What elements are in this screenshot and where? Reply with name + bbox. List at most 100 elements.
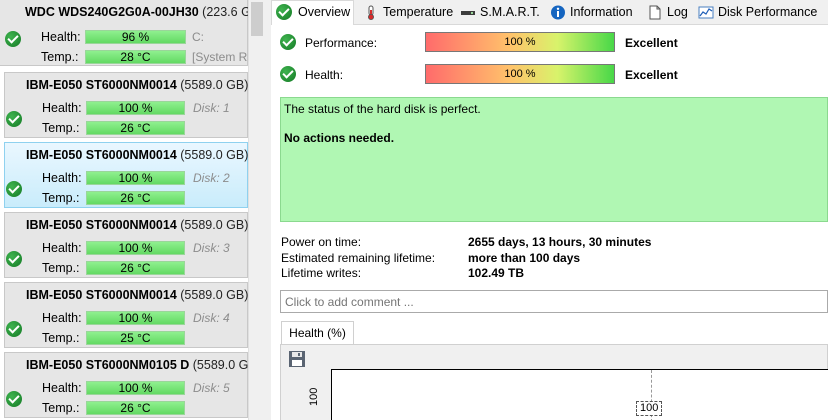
info-icon [551, 5, 565, 20]
tab-label: Temperature [383, 5, 454, 19]
health-label: Health: [41, 30, 81, 44]
tab-smart[interactable]: S.M.A.R.T. [454, 1, 540, 24]
disk-number: Disk: 2 [193, 171, 230, 185]
log-document-icon [649, 5, 661, 20]
disk-model: IBM-E050 ST6000NM0105 D [26, 358, 190, 372]
drive-letter: C: [192, 30, 204, 44]
tab-label: Overview [298, 5, 351, 19]
health-label: Health: [42, 311, 82, 325]
tab-disk-performance[interactable]: Disk Performance [692, 1, 817, 24]
health-value: 100 % [504, 68, 536, 80]
temp-label: Temp.: [42, 331, 80, 345]
temp-label: Temp.: [41, 50, 79, 64]
temp-label: Temp.: [42, 121, 80, 135]
temp-bar: 28 °C [85, 50, 186, 64]
disk-title: IBM-E050 ST6000NM0014 (5589.0 GB) [26, 288, 248, 302]
temp-bar: 26 °C [86, 401, 185, 415]
info-value: more than 100 days [468, 251, 581, 265]
check-circle-icon [280, 34, 296, 50]
disk-model: IBM-E050 ST6000NM0014 [26, 218, 177, 232]
volume-label: [System R [192, 50, 248, 64]
tab-bar: Overview Temperature S.M.A.R.T. Informat… [271, 0, 828, 26]
disk-number: Disk: 4 [193, 311, 230, 325]
disk-item-4[interactable]: IBM-E050 ST6000NM0014 (5589.0 GB) Health… [4, 282, 248, 348]
tab-label: Disk Performance [718, 5, 818, 19]
temp-bar: 26 °C [86, 191, 185, 205]
performance-label: Performance: [305, 36, 378, 50]
health-label: Health: [305, 68, 344, 82]
health-bar: 100 % [86, 101, 185, 115]
ok-check-icon [6, 251, 22, 267]
scrollbar-thumb[interactable] [251, 2, 263, 36]
disk-item-0[interactable]: WDC WDS240G2G0A-00JH30 (223.6 GB) Health… [0, 0, 248, 66]
temp-label: Temp.: [42, 401, 80, 415]
health-label: Health: [42, 241, 82, 255]
disk-size: (5589.0 GB) [180, 78, 248, 92]
drive-icon [461, 11, 475, 15]
ok-check-icon [6, 111, 22, 127]
health-rating: Excellent [625, 68, 678, 82]
health-graph-plot: 100 [331, 369, 828, 420]
performance-value: 100 % [504, 36, 536, 48]
health-label: Health: [42, 101, 82, 115]
disk-number: Disk: 3 [193, 241, 230, 255]
status-message: The status of the hard disk is perfect. [284, 102, 481, 116]
disk-item-5[interactable]: IBM-E050 ST6000NM0105 D (5589.0 GB) Heal… [4, 352, 248, 418]
health-bar: 100 % [86, 241, 185, 255]
disk-title: IBM-E050 ST6000NM0014 (5589.0 GB) [26, 78, 248, 92]
tab-log[interactable]: Log [641, 1, 688, 24]
thermometer-icon [368, 5, 374, 20]
tab-overview[interactable]: Overview [271, 0, 354, 26]
tab-label: S.M.A.R.T. [480, 5, 540, 19]
temp-bar: 26 °C [86, 261, 185, 275]
health-meter: 100 % [425, 64, 615, 84]
performance-rating: Excellent [625, 36, 678, 50]
info-label: Power on time: [281, 235, 362, 249]
ok-check-icon [6, 181, 22, 197]
temp-label: Temp.: [42, 191, 80, 205]
disk-size: (5589.0 GB) [180, 288, 248, 302]
performance-meter: 100 % [425, 32, 615, 52]
disk-list-scrollbar[interactable] [248, 0, 265, 420]
performance-chart-icon [698, 6, 714, 19]
health-bar: 96 % [85, 30, 186, 44]
info-label: Estimated remaining lifetime: [281, 251, 436, 265]
health-bar: 100 % [86, 311, 185, 325]
disk-model: IBM-E050 ST6000NM0014 [26, 288, 177, 302]
temp-label: Temp.: [42, 261, 80, 275]
temp-bar: 25 °C [86, 331, 185, 345]
health-graph-panel: 100 100 [280, 344, 828, 420]
disk-title: IBM-E050 ST6000NM0105 D (5589.0 GB) [26, 358, 248, 372]
tab-temperature[interactable]: Temperature [357, 1, 453, 24]
status-message-box: The status of the hard disk is perfect. … [280, 97, 828, 222]
disk-size: (223.6 GB) [202, 5, 248, 19]
tab-information[interactable]: Information [544, 1, 633, 24]
health-label: Health: [42, 381, 82, 395]
disk-model: IBM-E050 ST6000NM0014 [26, 148, 177, 162]
disk-model: IBM-E050 ST6000NM0014 [26, 78, 177, 92]
health-bar: 100 % [86, 381, 185, 395]
disk-list: WDC WDS240G2G0A-00JH30 (223.6 GB) Health… [0, 0, 248, 420]
temp-bar: 26 °C [86, 121, 185, 135]
info-label: Lifetime writes: [281, 266, 362, 280]
y-axis-tick: 100 [308, 387, 320, 406]
tab-label: Log [667, 5, 688, 19]
ok-check-icon [6, 391, 22, 407]
check-circle-icon [276, 4, 292, 20]
disk-title: WDC WDS240G2G0A-00JH30 (223.6 GB) [25, 5, 248, 19]
disk-title: IBM-E050 ST6000NM0014 (5589.0 GB) [26, 218, 248, 232]
disk-number: Disk: 5 [193, 381, 230, 395]
disk-item-2[interactable]: IBM-E050 ST6000NM0014 (5589.0 GB) Health… [4, 142, 248, 208]
graph-point-label: 100 [636, 401, 663, 416]
disk-item-1[interactable]: IBM-E050 ST6000NM0014 (5589.0 GB) Health… [4, 72, 248, 138]
save-icon[interactable] [288, 350, 306, 368]
tab-label: Information [570, 5, 633, 19]
disk-title: IBM-E050 ST6000NM0014 (5589.0 GB) [26, 148, 248, 162]
comment-input[interactable] [280, 290, 828, 313]
info-value: 2655 days, 13 hours, 30 minutes [468, 235, 652, 249]
tab-health-graph[interactable]: Health (%) [281, 321, 354, 345]
disk-size: (5589.0 GB) [180, 148, 248, 162]
disk-size: (5589.0 GB) [192, 358, 248, 372]
main-panel: Overview Temperature S.M.A.R.T. Informat… [271, 0, 828, 420]
disk-item-3[interactable]: IBM-E050 ST6000NM0014 (5589.0 GB) Health… [4, 212, 248, 278]
